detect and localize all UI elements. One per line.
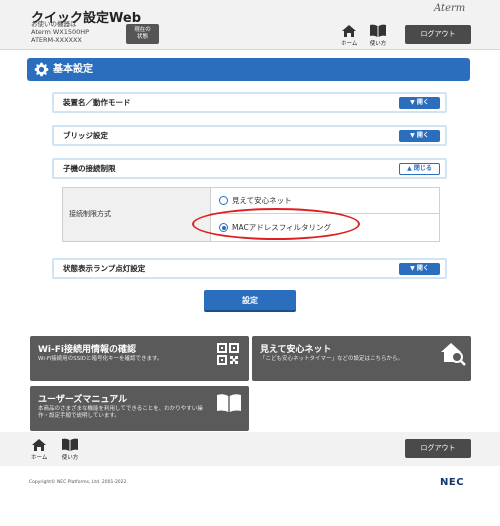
- nec-logo: NEC: [440, 477, 465, 488]
- accordion-status-lamp[interactable]: 状態表示ランプ点灯設定 ▼ 開く: [52, 258, 447, 279]
- footer-logout-button[interactable]: ログアウト: [405, 439, 471, 458]
- set-button[interactable]: 設定: [204, 290, 296, 312]
- home-label: ホーム: [31, 455, 48, 461]
- footer-nav: ホーム 使い方 ログアウト: [0, 432, 500, 466]
- header: クイック設定Web お使いの機器は Aterm WX1500HP ATERM-X…: [0, 0, 500, 50]
- help-label: 使い方: [369, 41, 387, 47]
- tile-title: Wi-Fi接続用情報の確認: [38, 345, 136, 355]
- logout-button[interactable]: ログアウト: [405, 25, 471, 44]
- accordion-device-mode[interactable]: 装置名／動作モード ▼ 開く: [52, 92, 447, 113]
- accordion-label: 状態表示ランプ点灯設定: [63, 264, 146, 273]
- accordion-label: 装置名／動作モード: [63, 98, 131, 107]
- gear-icon: [34, 62, 49, 77]
- device-model: Aterm WX1500HP: [31, 28, 90, 36]
- tile-title: ユーザーズマニュアル: [38, 395, 128, 405]
- accordion-label: 子機の接続制限: [63, 164, 116, 173]
- home-icon: [32, 439, 47, 451]
- device-info-line: お使いの機器は: [31, 20, 77, 28]
- home-icon: [342, 25, 357, 37]
- tile-mieru-anshin[interactable]: 見えて安心ネット 「こども安心ネットタイマー」などの設定はこちらから。: [252, 336, 471, 381]
- footer-help-nav[interactable]: 使い方: [61, 438, 79, 461]
- home-label: ホーム: [341, 41, 358, 47]
- book-icon: [62, 438, 78, 451]
- radio-button[interactable]: [219, 196, 228, 205]
- close-button[interactable]: ▲ 閉じる: [399, 162, 440, 175]
- home-nav[interactable]: ホーム: [341, 24, 357, 47]
- book-icon: [370, 24, 386, 37]
- house-search-icon: [441, 343, 466, 366]
- open-button[interactable]: ▼ 開く: [399, 129, 440, 142]
- device-name: ATERM-XXXXXX: [31, 36, 82, 44]
- tile-user-manual[interactable]: ユーザーズマニュアル 本商品のさまざまな機能を利用してできることを、わかりやすい…: [30, 386, 249, 431]
- accordion-bridge[interactable]: ブリッジ設定 ▼ 開く: [52, 125, 447, 146]
- footer-home-nav[interactable]: ホーム: [31, 438, 47, 461]
- tile-desc: 「こども安心ネットタイマー」などの設定はこちらから。: [260, 356, 404, 362]
- accordion-connection-limit[interactable]: 子機の接続制限 ▲ 閉じる: [52, 158, 447, 179]
- current-status-button[interactable]: 現在の 状態: [126, 24, 159, 44]
- tile-wifi-info[interactable]: Wi-Fi接続用情報の確認 Wi-Fi接続用のSSIDと暗号化キーを確認できます…: [30, 336, 249, 381]
- tile-title: 見えて安心ネット: [260, 345, 332, 355]
- open-button[interactable]: ▼ 開く: [399, 96, 440, 109]
- connection-limit-label: 接続制限方式: [63, 188, 211, 241]
- open-button[interactable]: ▼ 開く: [399, 262, 440, 275]
- tile-desc: 作・設定手順で説明しています。: [38, 413, 120, 419]
- accordion-label: ブリッジ設定: [63, 131, 108, 140]
- highlight-ellipse: [192, 208, 360, 240]
- book-icon: [217, 394, 241, 412]
- copyright: Copyright© NEC Platforms, Ltd. 2001-2022: [29, 480, 127, 485]
- qr-code-icon: [217, 343, 239, 365]
- help-label: 使い方: [61, 455, 79, 461]
- section-header: 基本設定: [27, 58, 470, 81]
- tile-desc: Wi-Fi接続用のSSIDと暗号化キーを確認できます。: [38, 356, 163, 362]
- section-title: 基本設定: [53, 64, 93, 75]
- help-nav[interactable]: 使い方: [369, 24, 387, 47]
- tile-desc: 本商品のさまざまな機能を利用してできることを、わかりやすい操: [38, 406, 203, 412]
- aterm-logo: Aterm: [434, 3, 466, 14]
